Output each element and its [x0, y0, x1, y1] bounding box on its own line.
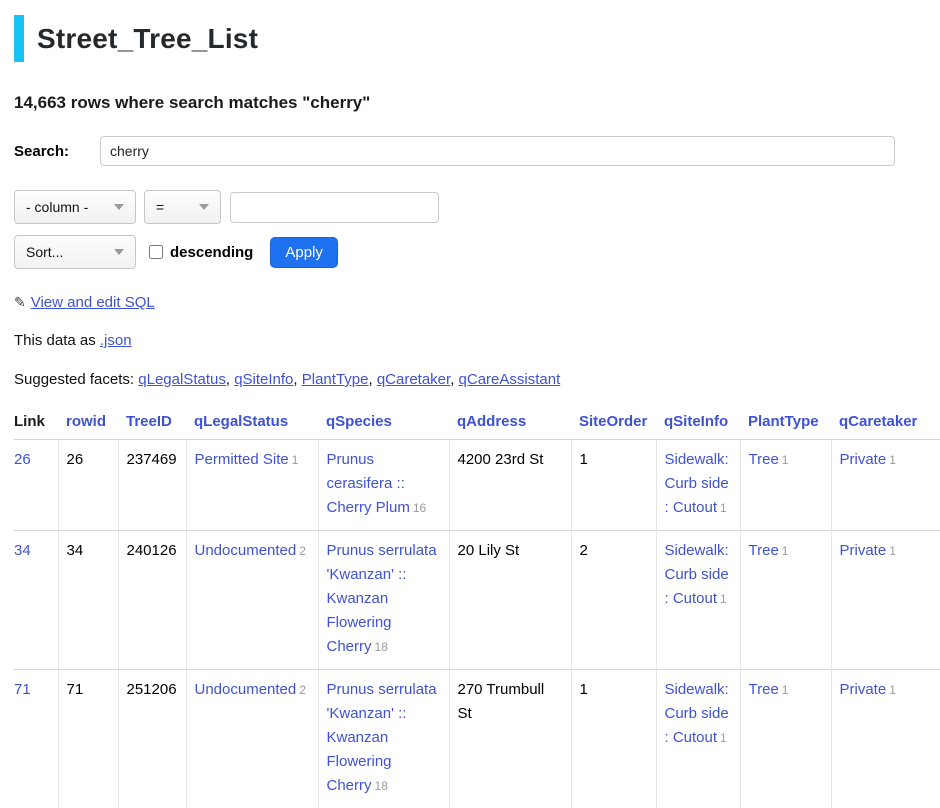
cell-qspecies-link[interactable]: Prunus cerasifera :: Cherry Plum [327, 451, 410, 516]
facet-count: 16 [413, 501, 426, 515]
facets-label: Suggested facets: [14, 371, 134, 388]
cell-treeid: 251206 [118, 670, 186, 808]
col-header-treeid[interactable]: TreeID [118, 409, 186, 440]
search-input[interactable] [100, 136, 895, 166]
cell-rowid: 34 [58, 531, 118, 670]
filter-row: - column - = [14, 190, 940, 224]
table-row: 26 26 237469 Permitted Site1 Prunus cera… [14, 440, 940, 531]
col-header-qsiteinfo[interactable]: qSiteInfo [656, 409, 740, 440]
page-header: Street_Tree_List [14, 15, 940, 62]
facet-count: 1 [889, 683, 896, 697]
facet-count: 1 [720, 501, 727, 515]
facet-count: 1 [720, 731, 727, 745]
chevron-down-icon [114, 204, 124, 210]
col-header-qspecies[interactable]: qSpecies [318, 409, 449, 440]
cell-siteorder: 1 [571, 670, 656, 808]
cell-planttype-link[interactable]: Tree [749, 681, 779, 698]
filter-column-value: - column - [26, 199, 88, 215]
col-header-qaddress[interactable]: qAddress [449, 409, 571, 440]
apply-button[interactable]: Apply [270, 237, 338, 268]
facet-link-planttype[interactable]: PlantType [302, 371, 369, 388]
page-title: Street_Tree_List [37, 23, 258, 55]
cell-qaddress: 4200 23rd St [449, 440, 571, 531]
cell-siteorder: 2 [571, 531, 656, 670]
facet-separator: , [368, 371, 376, 388]
cell-treeid: 240126 [118, 531, 186, 670]
col-header-qcaretaker[interactable]: qCaretaker [831, 409, 940, 440]
search-row: Search: [14, 136, 940, 166]
descending-checkbox[interactable] [149, 245, 163, 259]
results-table: Link rowid TreeID qLegalStatus qSpecies … [14, 409, 940, 808]
descending-label: descending [170, 244, 253, 261]
facet-count: 2 [299, 544, 306, 558]
json-line: This data as .json [14, 332, 940, 349]
cell-qlegalstatus-link[interactable]: Undocumented [195, 681, 297, 698]
cell-qcaretaker-link[interactable]: Private [840, 681, 887, 698]
cell-qcaretaker-link[interactable]: Private [840, 451, 887, 468]
table-row: 34 34 240126 Undocumented2 Prunus serrul… [14, 531, 940, 670]
facet-count: 1 [720, 592, 727, 606]
cell-planttype-link[interactable]: Tree [749, 542, 779, 559]
col-header-qlegalstatus[interactable]: qLegalStatus [186, 409, 318, 440]
cell-qlegalstatus-link[interactable]: Permitted Site [195, 451, 289, 468]
sort-row: Sort... descending Apply [14, 235, 940, 269]
table-row: 71 71 251206 Undocumented2 Prunus serrul… [14, 670, 940, 808]
cell-qaddress: 20 Lily St [449, 531, 571, 670]
col-header-link: Link [14, 409, 58, 440]
facet-separator: , [226, 371, 234, 388]
cell-qcaretaker-link[interactable]: Private [840, 542, 887, 559]
filter-value-input[interactable] [230, 192, 439, 223]
json-link[interactable]: .json [100, 332, 132, 349]
facets-line: Suggested facets: qLegalStatus, qSiteInf… [14, 371, 940, 388]
facet-count: 1 [889, 453, 896, 467]
table-header-row: Link rowid TreeID qLegalStatus qSpecies … [14, 409, 940, 440]
view-edit-sql-link[interactable]: View and edit SQL [31, 294, 155, 311]
facet-link-qcaretaker[interactable]: qCaretaker [377, 371, 450, 388]
cell-rowid: 71 [58, 670, 118, 808]
chevron-down-icon [199, 204, 209, 210]
facet-link-qlegalstatus[interactable]: qLegalStatus [138, 371, 226, 388]
cell-planttype-link[interactable]: Tree [749, 451, 779, 468]
filter-operator-select[interactable]: = [144, 190, 221, 224]
col-header-planttype[interactable]: PlantType [740, 409, 831, 440]
sort-select[interactable]: Sort... [14, 235, 136, 269]
facet-count: 2 [299, 683, 306, 697]
facet-count: 1 [782, 683, 789, 697]
cell-treeid: 237469 [118, 440, 186, 531]
facet-count: 1 [782, 544, 789, 558]
facet-link-qsiteinfo[interactable]: qSiteInfo [234, 371, 293, 388]
sort-select-value: Sort... [26, 244, 63, 260]
cell-siteorder: 1 [571, 440, 656, 531]
facet-count: 1 [889, 544, 896, 558]
chevron-down-icon [114, 249, 124, 255]
facet-count: 18 [375, 779, 388, 793]
row-link[interactable]: 34 [14, 542, 31, 559]
cell-qspecies-link[interactable]: Prunus serrulata 'Kwanzan' :: Kwanzan Fl… [327, 681, 437, 794]
row-count-summary: 14,663 rows where search matches "cherry… [14, 93, 940, 113]
facet-count: 1 [292, 453, 299, 467]
sql-line: ✎ View and edit SQL [14, 294, 940, 311]
accent-bar [14, 15, 24, 62]
facet-separator: , [450, 371, 458, 388]
facet-link-qcareassistant[interactable]: qCareAssistant [459, 371, 561, 388]
pencil-icon: ✎ [14, 294, 26, 310]
row-link[interactable]: 71 [14, 681, 31, 698]
facet-count: 1 [782, 453, 789, 467]
cell-qspecies-link[interactable]: Prunus serrulata 'Kwanzan' :: Kwanzan Fl… [327, 542, 437, 655]
filter-operator-value: = [156, 199, 164, 215]
cell-qlegalstatus-link[interactable]: Undocumented [195, 542, 297, 559]
filter-column-select[interactable]: - column - [14, 190, 136, 224]
cell-qaddress: 270 Trumbull St [449, 670, 571, 808]
row-link[interactable]: 26 [14, 451, 31, 468]
col-header-rowid[interactable]: rowid [58, 409, 118, 440]
facet-separator: , [293, 371, 301, 388]
col-header-siteorder[interactable]: SiteOrder [571, 409, 656, 440]
facet-count: 18 [375, 640, 388, 654]
search-label: Search: [14, 143, 100, 160]
data-as-label: This data as [14, 332, 96, 349]
cell-rowid: 26 [58, 440, 118, 531]
